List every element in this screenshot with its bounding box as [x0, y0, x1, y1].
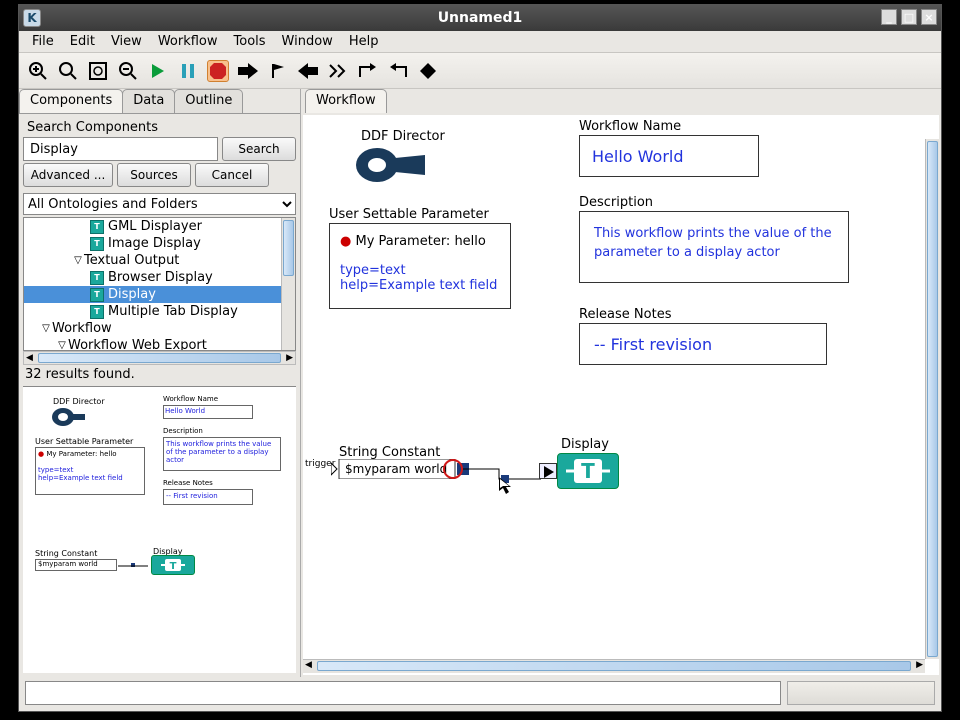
display-input-port[interactable]	[539, 463, 557, 479]
arrow-left-flag-icon[interactable]	[297, 60, 319, 82]
menu-view[interactable]: View	[104, 32, 149, 51]
tree-item[interactable]: ▽Textual Output	[24, 252, 281, 269]
run-icon[interactable]	[147, 60, 169, 82]
description-box[interactable]: This workflow prints the value of the pa…	[579, 211, 849, 283]
director-label: DDF Director	[361, 129, 445, 144]
stop-icon[interactable]	[207, 60, 229, 82]
step-forward-icon[interactable]	[327, 60, 349, 82]
workflow-canvas[interactable]: DDF Director User Settable Parameter ● M…	[303, 115, 939, 675]
tree-item[interactable]: TImage Display	[24, 235, 281, 252]
diamond-icon[interactable]	[417, 60, 439, 82]
tree-item[interactable]: TMultiple Tab Display	[24, 303, 281, 320]
ontology-combo[interactable]: All Ontologies and Folders	[23, 193, 296, 215]
window-title: Unnamed1	[438, 10, 523, 26]
menu-tools[interactable]: Tools	[227, 32, 273, 51]
tab-data[interactable]: Data	[122, 89, 175, 113]
parameter-heading: User Settable Parameter	[329, 207, 489, 222]
tree-item[interactable]: ▽Workflow Web Export	[24, 337, 281, 350]
titlebar: K Unnamed1 _ □ ×	[19, 5, 941, 31]
release-notes-label: Release Notes	[579, 307, 671, 322]
description-label: Description	[579, 195, 653, 210]
advanced-button[interactable]: Advanced ...	[23, 163, 113, 187]
component-icon: T	[90, 271, 104, 285]
release-notes-box[interactable]: -- First revision	[579, 323, 827, 365]
parameter-box[interactable]: ● My Parameter: hello type=text help=Exa…	[329, 223, 511, 309]
tree-item[interactable]: TGML Displayer	[24, 218, 281, 235]
selected-port-icon	[441, 457, 465, 481]
search-input[interactable]	[23, 137, 218, 161]
svg-text:T: T	[170, 561, 177, 572]
left-pane: Components Data Outline Search Component…	[19, 89, 301, 677]
ddf-director[interactable]	[355, 145, 427, 189]
workflow-preview: DDF Director Hello World Workflow Name U…	[23, 386, 296, 673]
component-icon: T	[90, 220, 104, 234]
arrow-right-icon[interactable]	[237, 60, 259, 82]
toolbar	[19, 53, 941, 89]
component-icon: T	[90, 288, 104, 302]
maximize-button[interactable]: □	[901, 9, 917, 25]
step-return-icon[interactable]	[387, 60, 409, 82]
zoom-in-icon[interactable]	[27, 60, 49, 82]
menu-help[interactable]: Help	[342, 32, 386, 51]
status-input[interactable]	[25, 681, 781, 705]
flag-icon[interactable]	[267, 60, 289, 82]
minimize-button[interactable]: _	[881, 9, 897, 25]
step-over-icon[interactable]	[357, 60, 379, 82]
cancel-button[interactable]: Cancel	[195, 163, 269, 187]
svg-text:$myparam world: $myparam world	[345, 462, 447, 476]
zoom-reset-icon[interactable]	[57, 60, 79, 82]
tree-item[interactable]: TDisplay	[24, 286, 281, 303]
workflow-name-box[interactable]: Hello World	[579, 135, 759, 177]
tree-item[interactable]: ▽Workflow	[24, 320, 281, 337]
menu-window[interactable]: Window	[275, 32, 340, 51]
display-actor[interactable]: T	[539, 453, 619, 489]
menu-workflow[interactable]: Workflow	[151, 32, 225, 51]
zoom-out-icon[interactable]	[117, 60, 139, 82]
right-pane: Workflow DDF Director User Settable Para…	[301, 89, 941, 677]
sources-button[interactable]: Sources	[117, 163, 191, 187]
string-constant-label: String Constant	[339, 445, 440, 460]
search-button[interactable]: Search	[222, 137, 296, 161]
canvas-hscroll[interactable]: ◀ ▶	[303, 659, 925, 673]
tree-item[interactable]: TBrowser Display	[24, 269, 281, 286]
menu-file[interactable]: File	[25, 32, 61, 51]
tree-hscroll[interactable]: ◀ ▶	[23, 351, 296, 365]
status-button[interactable]	[787, 681, 935, 705]
pause-icon[interactable]	[177, 60, 199, 82]
component-icon: T	[90, 305, 104, 319]
tab-components[interactable]: Components	[19, 89, 123, 113]
app-icon: K	[23, 9, 41, 27]
tab-outline[interactable]: Outline	[174, 89, 243, 113]
status-bar	[19, 677, 941, 711]
main-window: K Unnamed1 _ □ × File Edit View Workflow…	[18, 4, 942, 712]
tree-vscroll[interactable]	[281, 218, 295, 350]
component-tree[interactable]: TGML DisplayerTImage Display▽Textual Out…	[23, 217, 296, 351]
search-heading: Search Components	[23, 118, 296, 137]
canvas-vscroll[interactable]	[925, 139, 939, 659]
display-actor-label: Display	[561, 437, 609, 452]
svg-text:T: T	[581, 459, 595, 483]
results-count: 32 results found.	[23, 365, 296, 384]
close-button[interactable]: ×	[921, 9, 937, 25]
menu-edit[interactable]: Edit	[63, 32, 102, 51]
zoom-fit-icon[interactable]	[87, 60, 109, 82]
menubar: File Edit View Workflow Tools Window Hel…	[19, 31, 941, 53]
component-icon: T	[90, 237, 104, 251]
workflow-name-label: Workflow Name	[579, 119, 681, 134]
cursor-icon	[499, 477, 513, 495]
tab-workflow[interactable]: Workflow	[305, 89, 387, 113]
